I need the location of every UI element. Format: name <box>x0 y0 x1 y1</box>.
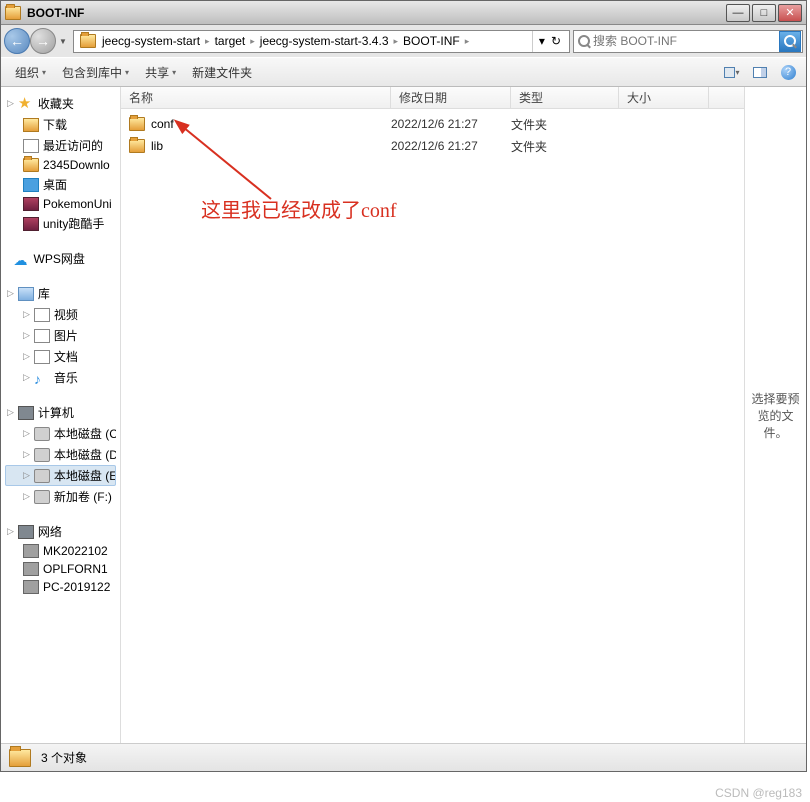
back-button[interactable]: ← <box>4 28 30 54</box>
annotation-text: 这里我已经改成了conf <box>201 194 397 223</box>
chevron-down-icon: ▾ <box>125 68 129 77</box>
titlebar[interactable]: BOOT-INF — □ ✕ <box>1 1 806 25</box>
sidebar-item[interactable]: ▷本地磁盘 (C <box>5 423 116 444</box>
archive-icon <box>23 217 39 231</box>
breadcrumb[interactable]: jeecg-system-start▸ target▸ jeecg-system… <box>73 30 570 53</box>
recent-icon <box>23 139 39 153</box>
sidebar-item[interactable]: PC-2019122 <box>5 578 116 596</box>
folder-icon <box>9 749 31 767</box>
caret-icon: ▷ <box>7 407 14 418</box>
organize-button[interactable]: 组织▾ <box>9 62 52 83</box>
chevron-down-icon: ▾ <box>42 68 46 77</box>
preview-pane-button[interactable] <box>750 62 770 82</box>
col-date[interactable]: 修改日期 <box>391 87 511 108</box>
col-name[interactable]: 名称 <box>121 87 391 108</box>
sidebar-item[interactable]: ▷本地磁盘 (D <box>5 444 116 465</box>
breadcrumb-seg[interactable]: jeecg-system-start-3.4.3 <box>258 31 391 52</box>
cloud-icon: ☁ <box>14 252 30 266</box>
help-button[interactable]: ? <box>778 62 798 82</box>
computer-icon <box>18 406 34 420</box>
sidebar-item[interactable]: ▷文档 <box>5 346 116 367</box>
folder-icon <box>5 6 21 20</box>
sidebar: ▷★收藏夹 下载 最近访问的 2345Downlo 桌面 PokemonUni … <box>1 87 121 743</box>
table-row[interactable]: lib 2022/12/6 21:27 文件夹 <box>121 135 744 157</box>
sidebar-item[interactable]: ▷新加卷 (F:) <box>5 486 116 507</box>
address-bar: ← → ▼ jeecg-system-start▸ target▸ jeecg-… <box>1 25 806 57</box>
network-icon <box>18 525 34 539</box>
document-icon <box>34 350 50 364</box>
sidebar-item[interactable]: 桌面 <box>5 174 116 195</box>
new-folder-button[interactable]: 新建文件夹 <box>186 62 258 83</box>
sidebar-item[interactable]: unity跑酷手 <box>5 213 116 234</box>
sidebar-item[interactable]: OPLFORN1 <box>5 560 116 578</box>
maximize-button[interactable]: □ <box>752 4 776 22</box>
caret-icon: ▷ <box>7 98 14 109</box>
disk-icon <box>34 490 50 504</box>
video-icon <box>34 308 50 322</box>
view-button[interactable]: ▾ <box>722 62 742 82</box>
caret-icon: ▷ <box>7 288 14 299</box>
caret-icon: ▷ <box>7 526 14 537</box>
star-icon: ★ <box>18 97 34 111</box>
disk-icon <box>34 448 50 462</box>
search-input[interactable] <box>593 34 776 48</box>
col-size[interactable]: 大小 <box>619 87 709 108</box>
explorer-window: BOOT-INF — □ ✕ ← → ▼ jeecg-system-start▸… <box>0 0 807 772</box>
pc-icon <box>23 562 39 576</box>
forward-button[interactable]: → <box>30 28 56 54</box>
sidebar-item[interactable]: 2345Downlo <box>5 156 116 174</box>
window-title: BOOT-INF <box>27 6 84 20</box>
search-box[interactable] <box>573 30 803 53</box>
desktop-icon <box>23 178 39 192</box>
sidebar-item[interactable]: ▷视频 <box>5 304 116 325</box>
sidebar-libraries[interactable]: ▷库 <box>5 283 116 304</box>
search-icon <box>578 35 590 47</box>
sidebar-item[interactable]: 下载 <box>5 114 116 135</box>
sidebar-wps[interactable]: ☁WPS网盘 <box>5 248 116 269</box>
sidebar-item[interactable]: ▷♪音乐 <box>5 367 116 388</box>
breadcrumb-dropdown[interactable]: ▾ <box>539 34 545 48</box>
sidebar-item[interactable]: 最近访问的 <box>5 135 116 156</box>
preview-pane: 选择要预览的文件。 <box>744 87 806 743</box>
close-button[interactable]: ✕ <box>778 4 802 22</box>
refresh-button[interactable]: ↻ <box>551 34 561 48</box>
status-text: 3 个对象 <box>41 749 87 766</box>
sidebar-item[interactable]: MK2022102 <box>5 542 116 560</box>
download-icon <box>23 118 39 132</box>
picture-icon <box>34 329 50 343</box>
sidebar-favorites[interactable]: ▷★收藏夹 <box>5 93 116 114</box>
sidebar-network[interactable]: ▷网络 <box>5 521 116 542</box>
sidebar-item-selected[interactable]: ▷本地磁盘 (E <box>5 465 116 486</box>
sidebar-computer[interactable]: ▷计算机 <box>5 402 116 423</box>
breadcrumb-seg[interactable]: target <box>213 31 248 52</box>
history-dropdown[interactable]: ▼ <box>56 28 70 54</box>
folder-icon <box>129 139 145 153</box>
library-icon <box>18 287 34 301</box>
status-bar: 3 个对象 <box>1 743 806 771</box>
archive-icon <box>23 197 39 211</box>
watermark: CSDN @reg183 <box>715 786 802 800</box>
file-list: 名称 修改日期 类型 大小 conf 2022/12/6 21:27 文件夹 <box>121 87 744 743</box>
music-icon: ♪ <box>34 371 50 385</box>
col-type[interactable]: 类型 <box>511 87 619 108</box>
share-button[interactable]: 共享▾ <box>139 62 182 83</box>
minimize-button[interactable]: — <box>726 4 750 22</box>
table-row[interactable]: conf 2022/12/6 21:27 文件夹 <box>121 113 744 135</box>
column-headers: 名称 修改日期 类型 大小 <box>121 87 744 109</box>
folder-icon <box>23 158 39 172</box>
pc-icon <box>23 544 39 558</box>
disk-icon <box>34 469 50 483</box>
search-button[interactable] <box>779 31 801 52</box>
sidebar-item[interactable]: PokemonUni <box>5 195 116 213</box>
chevron-down-icon: ▾ <box>172 68 176 77</box>
sidebar-item[interactable]: ▷图片 <box>5 325 116 346</box>
toolbar: 组织▾ 包含到库中▾ 共享▾ 新建文件夹 ▾ ? <box>1 57 806 87</box>
include-lib-button[interactable]: 包含到库中▾ <box>56 62 135 83</box>
folder-icon <box>129 117 145 131</box>
disk-icon <box>34 427 50 441</box>
pc-icon <box>23 580 39 594</box>
breadcrumb-seg[interactable]: jeecg-system-start <box>100 31 202 52</box>
folder-icon <box>80 34 96 48</box>
breadcrumb-seg[interactable]: BOOT-INF <box>401 31 462 52</box>
